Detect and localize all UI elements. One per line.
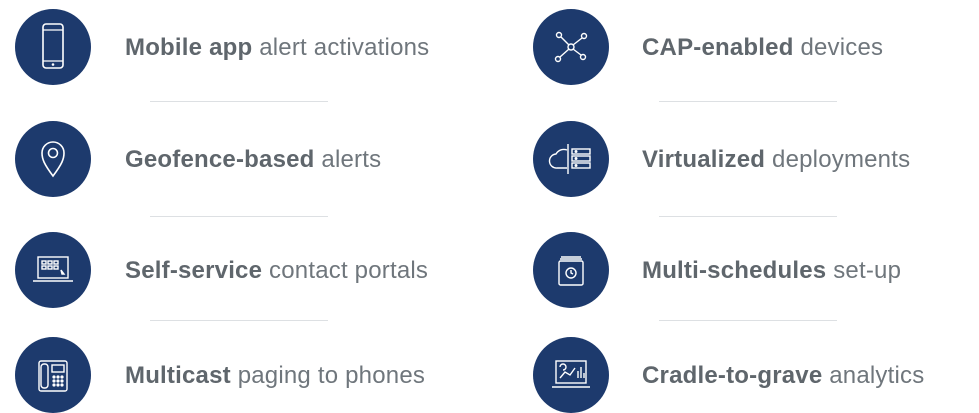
feature-label: Virtualized deployments [642, 146, 911, 173]
feature-label: Mobile app alert activations [125, 34, 430, 61]
feature-label: Geofence-based alerts [125, 146, 382, 173]
feature-label: Multi-schedules set-up [642, 257, 902, 284]
divider [659, 216, 837, 217]
divider [150, 216, 328, 217]
feature-label: Cradle-to-grave analytics [642, 362, 925, 389]
feature-label: Multicast paging to phones [125, 362, 426, 389]
divider [659, 101, 837, 102]
laptop-portal-icon [15, 232, 91, 308]
cloud-server-icon [533, 121, 609, 197]
mobile-phone-icon [15, 9, 91, 85]
network-nodes-icon [533, 9, 609, 85]
analytics-monitor-icon [533, 337, 609, 413]
divider [150, 320, 328, 321]
divider [150, 101, 328, 102]
feature-label: Self-service contact portals [125, 257, 429, 284]
divider [659, 320, 837, 321]
desk-phone-icon [15, 337, 91, 413]
feature-label: CAP-enabled devices [642, 34, 884, 61]
location-pin-icon [15, 121, 91, 197]
calendar-clock-icon [533, 232, 609, 308]
